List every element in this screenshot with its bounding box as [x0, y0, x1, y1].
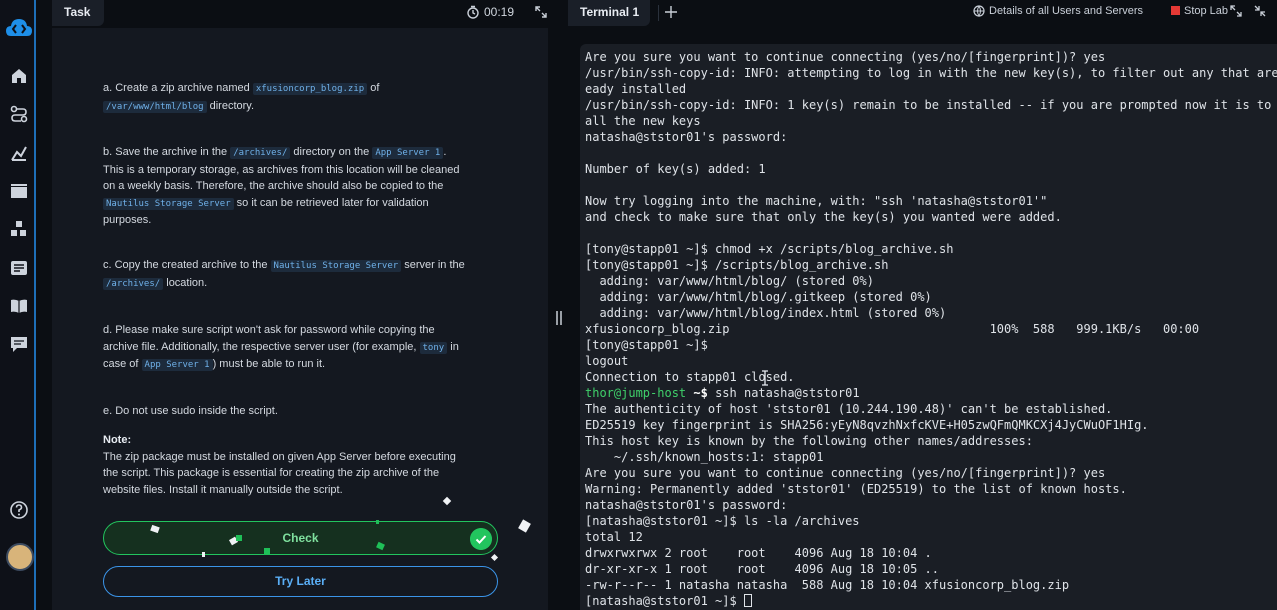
resize-handle-icon[interactable] [556, 311, 562, 325]
task-step-a: a. Create a zip archive named xfusioncor… [103, 82, 380, 113]
terminal-line: Connection to stapp01 closed. [585, 370, 795, 384]
stop-icon [1171, 6, 1180, 15]
terminal-line: The authenticity of host 'ststor01 (10.2… [585, 402, 1113, 416]
details-link-label: Details of all Users and Servers [989, 5, 1144, 17]
details-icon [973, 5, 985, 17]
terminal-line: dr-xr-xr-x 1 root root 4096 Aug 18 10:05… [585, 562, 940, 576]
chat-icon[interactable] [9, 334, 29, 354]
confetti-piece [490, 553, 499, 562]
confetti-piece [442, 496, 452, 506]
terminal-line: adding: var/www/html/blog/.gitkeep (stor… [585, 290, 932, 304]
terminal-line: logout [585, 354, 629, 368]
terminal-line: This host key is known by the following … [585, 434, 1033, 448]
terminal-line: /usr/bin/ssh-copy-id: INFO: 1 key(s) rem… [585, 98, 1277, 112]
check-button-label: Check [282, 531, 319, 545]
route-icon[interactable] [9, 104, 29, 124]
terminal-line: Now try logging into the machine, with: … [585, 194, 1048, 208]
terminal-line: eady installed [585, 82, 687, 96]
task-step-c: c. Copy the created archive to the Nauti… [103, 259, 465, 290]
video-icon[interactable] [9, 181, 29, 201]
terminal-line: total 12 [585, 530, 643, 544]
tab-terminal-1[interactable]: Terminal 1 [568, 0, 650, 26]
terminal-line: and check to make sure that only the key… [585, 210, 1062, 224]
terminal-line: ED25519 key fingerprint is SHA256:yEyN8q… [585, 418, 1149, 432]
logo-icon[interactable] [4, 14, 34, 44]
terminal-line: adding: var/www/html/blog/ (stored 0%) [585, 274, 874, 288]
home-icon[interactable] [9, 66, 29, 86]
terminal-line: xfusioncorp_blog.zip 100% 588 999.1KB/s … [585, 322, 1200, 336]
timer-icon [467, 5, 479, 19]
stop-lab-button[interactable]: Stop Lab [1171, 5, 1228, 17]
terminal-line: all the new keys [585, 114, 701, 128]
terminal-line: natasha@ststor01's password: [585, 498, 788, 512]
terminal-cursor [743, 594, 752, 607]
avatar[interactable] [6, 543, 34, 571]
blocks-icon[interactable] [9, 219, 29, 239]
text-cursor-icon [762, 370, 768, 386]
terminal-line: [tony@stapp01 ~]$ [585, 338, 708, 352]
task-panel: Task 00:19 a. Create a zip archive named… [52, 0, 548, 610]
jump-host-prompt: thor@jump-host [585, 386, 687, 400]
terminal-line: [natasha@ststor01 ~]$ [585, 593, 1277, 609]
timer: 00:19 [484, 5, 515, 19]
terminal-line: adding: var/www/html/blog/index.html (st… [585, 306, 947, 320]
task-step-e: e. Do not use sudo inside the script. [103, 405, 278, 417]
terminal-line: [tony@stapp01 ~]$ /scripts/blog_archive.… [585, 258, 889, 272]
left-sidebar [0, 0, 36, 610]
terminal-line: [tony@stapp01 ~]$ chmod +x /scripts/blog… [585, 242, 954, 256]
task-step-d: d. Please make sure script won't ask for… [103, 324, 459, 371]
tab-divider [658, 5, 659, 21]
terminal-line: Are you sure you want to continue connec… [585, 466, 1106, 480]
task-step-b: b. Save the archive in the /archives/ di… [103, 146, 460, 226]
terminal-line: -rw-r--r-- 1 natasha natasha 588 Aug 18 … [585, 578, 1070, 592]
confetti-piece [264, 548, 270, 555]
terminal-line: Number of key(s) added: 1 [585, 162, 766, 176]
terminal-line: Warning: Permanently added 'ststor01' (E… [585, 482, 1127, 496]
chart-icon[interactable] [9, 143, 29, 163]
stop-lab-label: Stop Lab [1184, 5, 1229, 17]
collapse-icon[interactable] [1254, 5, 1266, 17]
terminal-line: Are you sure you want to continue connec… [585, 50, 1106, 64]
book-icon[interactable] [9, 296, 29, 316]
task-note: Note: The zip package must be installed … [103, 434, 456, 496]
expand-icon[interactable] [1230, 5, 1242, 17]
terminal-line: [natasha@ststor01 ~]$ ls -la /archives [585, 514, 860, 528]
terminal-line: ~/.ssh/known_hosts:1: stapp01 [585, 450, 824, 464]
task-header: Task 00:19 [52, 0, 548, 28]
plus-icon[interactable] [664, 5, 678, 19]
terminal-panel: Terminal 1 Details of all Users and Serv… [568, 0, 1277, 610]
terminal-output[interactable]: Are you sure you want to continue connec… [580, 44, 1277, 610]
checkmark-icon [470, 528, 492, 550]
terminal-line: drwxrwxrwx 2 root root 4096 Aug 18 10:04… [585, 546, 932, 560]
news-icon[interactable] [9, 258, 29, 278]
terminal-line: thor@jump-host ~$ ssh natasha@ststor01 [585, 386, 860, 400]
confetti-piece [518, 519, 531, 533]
try-later-button[interactable]: Try Later [103, 566, 498, 597]
terminal-line: natasha@ststor01's password: [585, 130, 788, 144]
help-icon[interactable] [9, 500, 29, 520]
confetti-piece [376, 520, 379, 524]
details-users-servers-link[interactable]: Details of all Users and Servers [973, 5, 1143, 17]
check-button[interactable]: Check [103, 521, 498, 555]
confetti-piece [236, 535, 242, 541]
confetti-piece [202, 552, 205, 557]
tab-task[interactable]: Task [52, 0, 104, 26]
expand-icon[interactable] [534, 5, 548, 19]
terminal-line: /usr/bin/ssh-copy-id: INFO: attempting t… [585, 66, 1277, 80]
